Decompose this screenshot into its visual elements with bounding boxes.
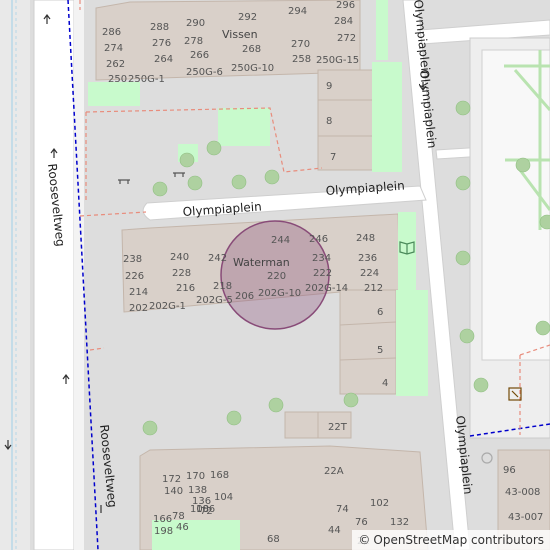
house-number-label: 276 <box>152 38 171 49</box>
house-number-label: 236 <box>358 253 377 264</box>
house-number-label: 270 <box>291 39 310 50</box>
house-number-label: 9 <box>326 81 332 92</box>
house-number-label: 250G-6 <box>186 67 223 78</box>
house-number-label: 266 <box>190 50 209 61</box>
house-number-label: 43-008 <box>505 487 540 498</box>
house-number-label: 274 <box>104 43 123 54</box>
house-number-label: 246 <box>309 234 328 245</box>
house-number-label: 202 <box>129 303 148 314</box>
house-number-label: 220 <box>267 271 286 282</box>
house-number-label: 6 <box>377 307 383 318</box>
house-number-label: 278 <box>184 36 203 47</box>
house-number-label: 132 <box>390 517 409 528</box>
house-number-label: 140 <box>164 486 183 497</box>
left-road-area <box>0 0 30 550</box>
rooseveltweg-road <box>33 0 75 550</box>
house-number-label: 226 <box>125 271 144 282</box>
house-number-label: 202G-14 <box>305 283 348 294</box>
house-number-label: 166 <box>153 514 172 525</box>
house-number-label: 202G-1 <box>149 301 186 312</box>
house-number-label: 170 <box>186 471 205 482</box>
house-number-label: 202G-5 <box>196 295 233 306</box>
house-number-label: 5 <box>377 345 383 356</box>
house-number-label: 7 <box>330 152 336 163</box>
house-number-label: 240 <box>170 252 189 263</box>
house-number-label: 214 <box>129 287 148 298</box>
house-number-label: 72 <box>200 506 213 517</box>
house-number-label: 294 <box>288 6 307 17</box>
house-number-label: 68 <box>267 534 280 545</box>
house-number-label: 43-007 <box>508 512 543 523</box>
green-area <box>88 82 140 106</box>
house-number-label: 138 <box>188 485 207 496</box>
green-area <box>376 0 388 60</box>
house-number-label: 198 <box>154 526 173 537</box>
house-number-label: 268 <box>242 44 261 55</box>
house-number-label: 250G-1 <box>128 74 165 85</box>
house-number-label: 228 <box>172 268 191 279</box>
house-number-label: 74 <box>336 504 349 515</box>
house-number-label: 78 <box>172 511 185 522</box>
building-name-vissen: Vissen <box>222 28 258 41</box>
house-number-label: 286 <box>102 27 121 38</box>
map-canvas[interactable]: Olympiaplein Olympiaplein Olympiaplein O… <box>0 0 550 550</box>
house-number-label: 296 <box>336 0 355 11</box>
house-number-label: 216 <box>176 283 195 294</box>
house-number-label: 218 <box>213 281 232 292</box>
green-area <box>218 108 270 146</box>
house-number-label: 76 <box>355 517 368 528</box>
house-number-label: 206 <box>235 291 254 302</box>
house-number-label: 292 <box>238 12 257 23</box>
house-number-label: 284 <box>334 16 353 27</box>
house-number-label: 234 <box>312 253 331 264</box>
house-number-label: 168 <box>210 470 229 481</box>
house-number-label: 22A <box>324 466 344 477</box>
house-number-label: 202G-10 <box>258 288 301 299</box>
green-area <box>396 290 428 396</box>
map-attribution[interactable]: © OpenStreetMap contributors <box>352 530 550 550</box>
house-number-label: 258 <box>292 54 311 65</box>
house-number-label: 264 <box>154 54 173 65</box>
house-number-label: 96 <box>503 465 516 476</box>
house-number-label: 262 <box>106 59 125 70</box>
house-number-label: 102 <box>370 498 389 509</box>
house-number-label: 8 <box>326 116 332 127</box>
house-number-label: 250G-15 <box>316 55 359 66</box>
house-number-label: 248 <box>356 233 375 244</box>
copyright-symbol: © <box>358 533 371 547</box>
house-number-label: 224 <box>360 268 379 279</box>
map-view[interactable]: Olympiaplein Olympiaplein Olympiaplein O… <box>0 0 550 550</box>
house-number-label: 104 <box>214 492 233 503</box>
house-number-label: 44 <box>328 525 341 536</box>
house-number-label: 22T <box>328 422 348 433</box>
house-number-label: 172 <box>162 474 181 485</box>
house-number-label: 250 <box>108 74 127 85</box>
green-area <box>372 62 402 172</box>
attribution-text[interactable]: OpenStreetMap contributors <box>373 533 544 547</box>
house-number-label: 288 <box>150 22 169 33</box>
house-number-label: 244 <box>271 235 290 246</box>
house-number-label: 238 <box>123 254 142 265</box>
house-number-label: 290 <box>186 18 205 29</box>
house-number-label: 272 <box>337 33 356 44</box>
house-number-label: 250G-10 <box>231 63 274 74</box>
house-number-label: 242 <box>208 253 227 264</box>
house-number-label: 4 <box>382 378 388 389</box>
building-name-waterman: Waterman <box>233 256 290 269</box>
house-number-label: 46 <box>176 522 189 533</box>
house-number-label: 222 <box>313 268 332 279</box>
house-number-label: 212 <box>364 283 383 294</box>
